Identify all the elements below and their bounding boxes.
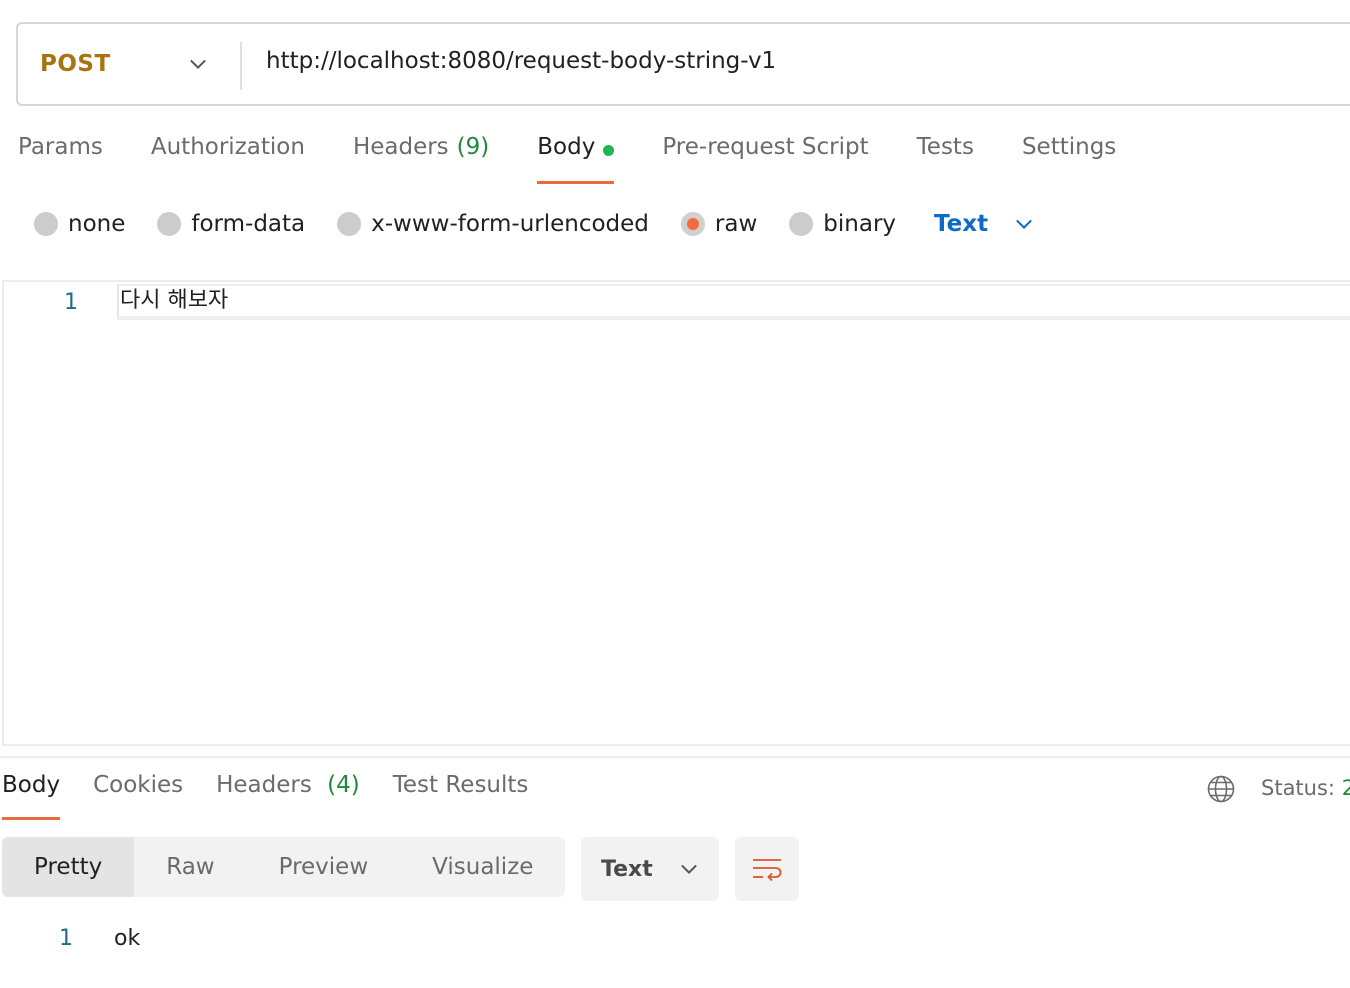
view-visualize-button[interactable]: Visualize — [400, 837, 565, 897]
tab-label: Pre-request Script — [662, 134, 869, 160]
modified-dot-icon — [603, 145, 615, 156]
wrap-lines-icon — [753, 859, 782, 882]
response-tab-test-results[interactable]: Test Results — [393, 772, 529, 820]
tab-label: Headers — [216, 772, 312, 798]
url-input[interactable]: http://localhost:8080/request-body-strin… — [240, 48, 776, 74]
chevron-down-icon — [680, 864, 697, 874]
chevron-down-icon — [1016, 219, 1032, 229]
tab-label: Tests — [916, 134, 974, 160]
radio-label: form-data — [191, 211, 306, 237]
response-headers-count: (4) — [327, 772, 360, 798]
view-raw-button[interactable]: Raw — [134, 837, 246, 897]
wrap-lines-button[interactable] — [735, 837, 799, 901]
format-label: Text — [601, 856, 653, 882]
response-view-toggle: Pretty Raw Preview Visualize — [2, 837, 565, 897]
method-dropdown[interactable]: POST — [18, 24, 242, 104]
tab-label: Cookies — [93, 772, 184, 798]
radio-circle — [337, 212, 362, 236]
tab-tests[interactable]: Tests — [917, 134, 974, 184]
radio-circle — [34, 212, 58, 236]
tab-pre-request-script[interactable]: Pre-request Script — [662, 134, 868, 184]
request-body-editor[interactable]: 1 다시 해보자 — [2, 280, 1350, 746]
response-body-text: ok — [114, 926, 141, 951]
radio-urlencoded[interactable]: x-www-form-urlencoded — [337, 211, 649, 237]
radio-form-data[interactable]: form-data — [157, 211, 305, 237]
view-preview-button[interactable]: Preview — [247, 837, 401, 897]
response-tab-headers[interactable]: Headers (4) — [216, 772, 360, 820]
tab-label: Body — [2, 772, 61, 798]
radio-circle — [789, 212, 814, 236]
tab-label: Test Results — [392, 772, 529, 798]
response-tabs: Body Cookies Headers (4) Test Results — [2, 772, 561, 822]
method-label: POST — [40, 51, 111, 77]
code-line[interactable]: 다시 해보자 — [117, 284, 1350, 320]
globe-icon[interactable] — [1206, 774, 1236, 804]
method-separator — [240, 42, 242, 90]
radio-label: none — [68, 211, 126, 237]
pane-divider[interactable] — [0, 756, 1350, 758]
language-dropdown[interactable]: Text — [934, 211, 1034, 237]
radio-circle-checked — [680, 212, 705, 236]
radio-raw[interactable]: raw — [680, 211, 758, 237]
tab-label: Authorization — [150, 134, 305, 160]
response-line-number: 1 — [59, 926, 73, 951]
tab-label: Params — [18, 134, 103, 160]
headers-count: (9) — [456, 134, 490, 160]
tab-params[interactable]: Params — [18, 134, 103, 184]
tab-label: Settings — [1021, 134, 1117, 160]
request-tabs: Params Authorization Headers (9) Body Pr… — [18, 134, 1164, 186]
response-tab-body[interactable]: Body — [2, 772, 61, 820]
radio-label: binary — [823, 211, 897, 237]
body-type-options: none form-data x-www-form-urlencoded raw… — [34, 206, 1034, 242]
chevron-down-icon — [190, 59, 206, 69]
tab-headers[interactable]: Headers (9) — [353, 134, 489, 184]
line-number: 1 — [64, 290, 78, 315]
language-label: Text — [934, 211, 989, 237]
response-tab-cookies[interactable]: Cookies — [93, 772, 183, 820]
radio-none[interactable]: none — [34, 211, 125, 237]
status-label: Status: — [1261, 776, 1335, 800]
tab-label: Headers — [352, 134, 449, 160]
tab-body[interactable]: Body — [537, 134, 615, 184]
url-bar: POST http://localhost:8080/request-body-… — [16, 22, 1350, 106]
view-pretty-button[interactable]: Pretty — [2, 837, 135, 897]
radio-circle — [157, 212, 182, 236]
tab-authorization[interactable]: Authorization — [151, 134, 305, 184]
radio-label: raw — [714, 211, 758, 237]
response-status: Status: 2 — [1261, 776, 1350, 800]
tab-settings[interactable]: Settings — [1022, 134, 1116, 184]
status-value: 2 — [1341, 776, 1350, 800]
radio-binary[interactable]: binary — [789, 211, 896, 237]
tab-label: Body — [537, 134, 596, 160]
radio-label: x-www-form-urlencoded — [371, 211, 649, 237]
response-format-dropdown[interactable]: Text — [581, 837, 719, 901]
